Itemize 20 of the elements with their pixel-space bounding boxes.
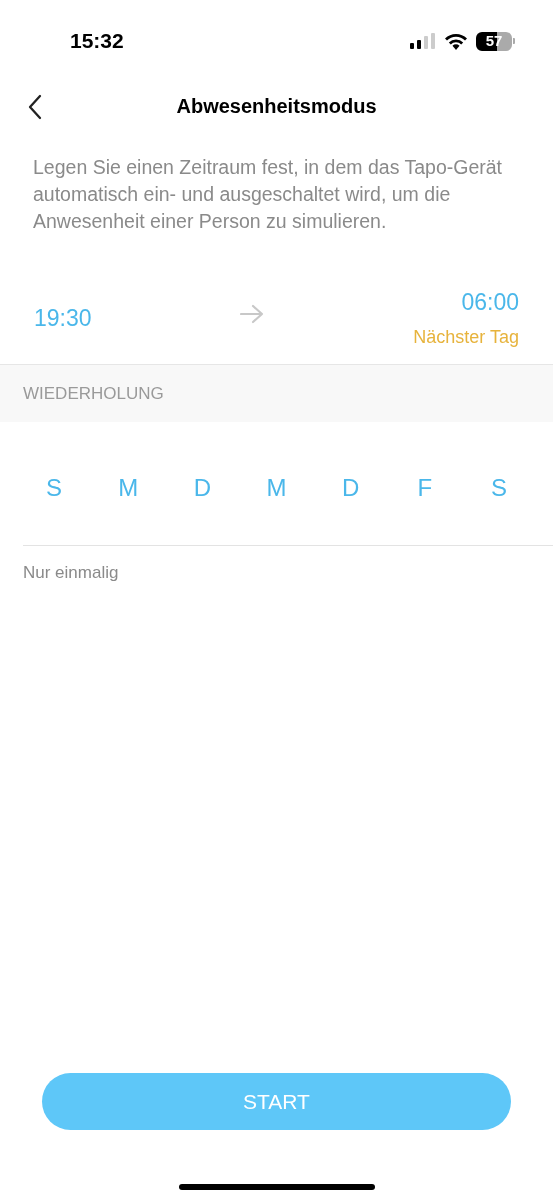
weekday-toggle[interactable]: F	[406, 470, 443, 506]
weekday-toggle[interactable]: M	[258, 470, 295, 506]
back-button[interactable]	[26, 92, 44, 122]
weekday-toggle[interactable]: S	[480, 470, 517, 506]
status-time: 15:32	[70, 28, 124, 55]
description-text: Legen Sie einen Zeitraum fest, in dem das Tapo-Gerät automatisch ein- und ausgeschaltet wird, um die Anwesenheit einer Person zu simulieren.	[32, 155, 503, 234]
start-time[interactable]: 19:30	[34, 301, 92, 336]
weekday-toggle[interactable]: D	[332, 470, 369, 506]
page-title: Abwesenheitsmodus	[176, 94, 377, 119]
section-heading: WIEDERHOLUNG	[0, 365, 553, 422]
signal-icon	[410, 33, 436, 49]
arrow-icon	[240, 303, 265, 324]
next-day-note: Nächster Tag	[413, 325, 519, 349]
end-time[interactable]: 06:00	[461, 285, 519, 320]
repeat-summary: Nur einmalig	[22, 562, 120, 584]
start-button[interactable]: START	[42, 1073, 511, 1130]
weekday-toggle[interactable]: S	[36, 470, 72, 506]
wifi-icon	[444, 32, 468, 50]
weekday-toggle[interactable]: M	[110, 470, 147, 506]
weekday-toggle[interactable]: D	[184, 470, 221, 506]
